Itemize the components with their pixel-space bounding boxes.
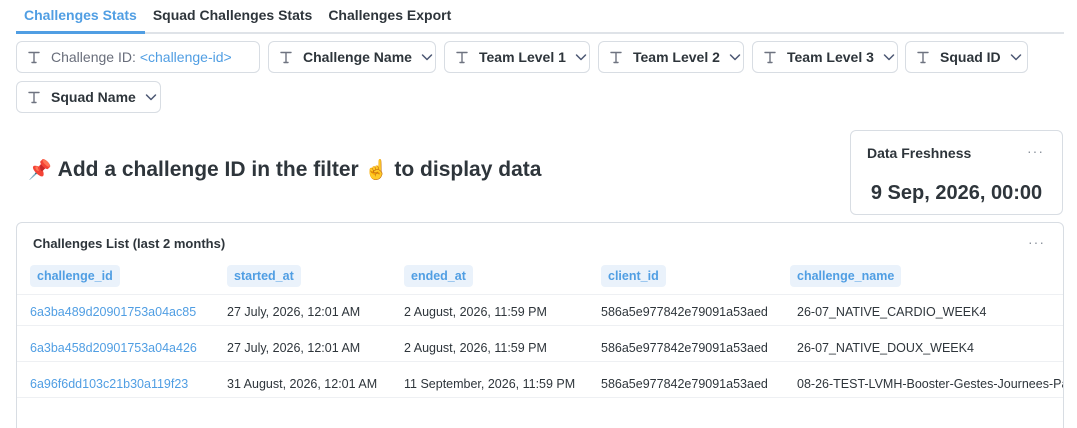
more-menu-icon[interactable]: ··· xyxy=(1028,234,1045,250)
challenge-name-filter[interactable]: Challenge Name xyxy=(268,41,436,73)
cell-client-id: 586a5e977842e79091a53aed xyxy=(601,305,768,319)
team-level-1-filter-label: Team Level 1 xyxy=(479,49,566,65)
data-freshness-value: 9 Sep, 2026, 00:00 xyxy=(870,182,1043,204)
table-row: 6a3ba458d20901753a04a426 27 July, 2026, … xyxy=(17,334,1063,362)
challenge-id-filter-label: Challenge ID: xyxy=(51,49,136,65)
cell-challenge-name: 26-07_NATIVE_CARDIO_WEEK4 xyxy=(797,305,987,319)
cell-started-at: 27 July, 2026, 12:01 AM xyxy=(227,305,361,319)
challenge-id-filter[interactable]: Challenge ID: <challenge-id> xyxy=(16,41,260,73)
column-header-ended-at[interactable]: ended_at xyxy=(404,265,473,287)
cell-started-at: 31 August, 2026, 12:01 AM xyxy=(227,377,378,391)
column-header-client-id[interactable]: client_id xyxy=(601,265,666,287)
squad-id-filter[interactable]: Squad ID xyxy=(905,41,1028,73)
cell-ended-at: 2 August, 2026, 11:59 PM xyxy=(404,341,547,355)
chevron-down-icon xyxy=(421,54,433,61)
chevron-down-icon xyxy=(729,54,741,61)
cell-challenge-name: 08-26-TEST-LVMH-Booster-Gestes-Journees-… xyxy=(797,377,1064,391)
text-type-icon xyxy=(280,51,292,64)
squad-id-filter-label: Squad ID xyxy=(940,49,1001,65)
instruction-text-before: Add a challenge ID in the filter xyxy=(57,158,359,181)
text-type-icon xyxy=(28,51,40,64)
data-freshness-title: Data Freshness xyxy=(867,145,972,161)
squad-name-filter-label: Squad Name xyxy=(51,89,136,105)
challenge-name-filter-label: Challenge Name xyxy=(303,49,412,65)
chevron-down-icon xyxy=(1010,54,1021,61)
cell-started-at: 27 July, 2026, 12:01 AM xyxy=(227,341,361,355)
team-level-1-filter[interactable]: Team Level 1 xyxy=(444,41,590,73)
cell-ended-at: 2 August, 2026, 11:59 PM xyxy=(404,305,547,319)
cell-challenge-id[interactable]: 6a96f6dd103c21b30a119f23 xyxy=(30,370,220,398)
pointing-up-icon: ☝️ xyxy=(364,160,389,181)
cell-client-id: 586a5e977842e79091a53aed xyxy=(601,341,768,355)
cell-challenge-id[interactable]: 6a3ba489d20901753a04ac85 xyxy=(30,298,220,326)
tab-challenges-stats[interactable]: Challenges Stats xyxy=(16,0,145,34)
column-header-challenge-name[interactable]: challenge_name xyxy=(790,265,902,287)
challenges-list-card: Challenges List (last 2 months) ··· chal… xyxy=(16,222,1064,428)
table-header-divider xyxy=(17,294,1063,295)
data-freshness-card: Data Freshness ··· 9 Sep, 2026, 00:00 xyxy=(850,130,1063,215)
challenge-id-filter-value: <challenge-id> xyxy=(139,49,232,65)
column-header-started-at[interactable]: started_at xyxy=(227,265,301,287)
cell-client-id: 586a5e977842e79091a53aed xyxy=(601,377,768,391)
chevron-down-icon xyxy=(145,94,157,101)
tab-bar: Challenges Stats Squad Challenges Stats … xyxy=(16,0,1064,34)
squad-name-filter[interactable]: Squad Name xyxy=(16,81,161,113)
text-type-icon xyxy=(610,51,622,64)
chevron-down-icon xyxy=(575,54,587,61)
team-level-3-filter-label: Team Level 3 xyxy=(787,49,874,65)
chevron-down-icon xyxy=(883,54,895,61)
instruction-heading: 📌 Add a challenge ID in the filter ☝️ to… xyxy=(28,158,541,182)
team-level-2-filter[interactable]: Team Level 2 xyxy=(598,41,744,73)
column-header-challenge-id[interactable]: challenge_id xyxy=(30,265,120,287)
table-row: 6a3ba489d20901753a04ac85 27 July, 2026, … xyxy=(17,298,1063,326)
instruction-text-after: to display data xyxy=(394,158,542,181)
cell-challenge-id[interactable]: 6a3ba458d20901753a04a426 xyxy=(30,334,220,362)
text-type-icon xyxy=(456,51,468,64)
text-type-icon xyxy=(28,91,40,104)
team-level-3-filter[interactable]: Team Level 3 xyxy=(752,41,898,73)
more-menu-icon[interactable]: ··· xyxy=(1027,143,1044,159)
text-type-icon xyxy=(917,51,929,64)
text-type-icon xyxy=(764,51,776,64)
cell-ended-at: 11 September, 2026, 11:59 PM xyxy=(404,377,576,391)
tab-challenges-export[interactable]: Challenges Export xyxy=(320,0,459,34)
team-level-2-filter-label: Team Level 2 xyxy=(633,49,720,65)
challenges-list-title: Challenges List (last 2 months) xyxy=(33,236,226,251)
pushpin-icon: 📌 xyxy=(28,160,52,181)
table-row: 6a96f6dd103c21b30a119f23 31 August, 2026… xyxy=(17,370,1064,398)
tab-squad-challenges-stats[interactable]: Squad Challenges Stats xyxy=(145,0,320,34)
cell-challenge-name: 26-07_NATIVE_DOUX_WEEK4 xyxy=(797,341,974,355)
